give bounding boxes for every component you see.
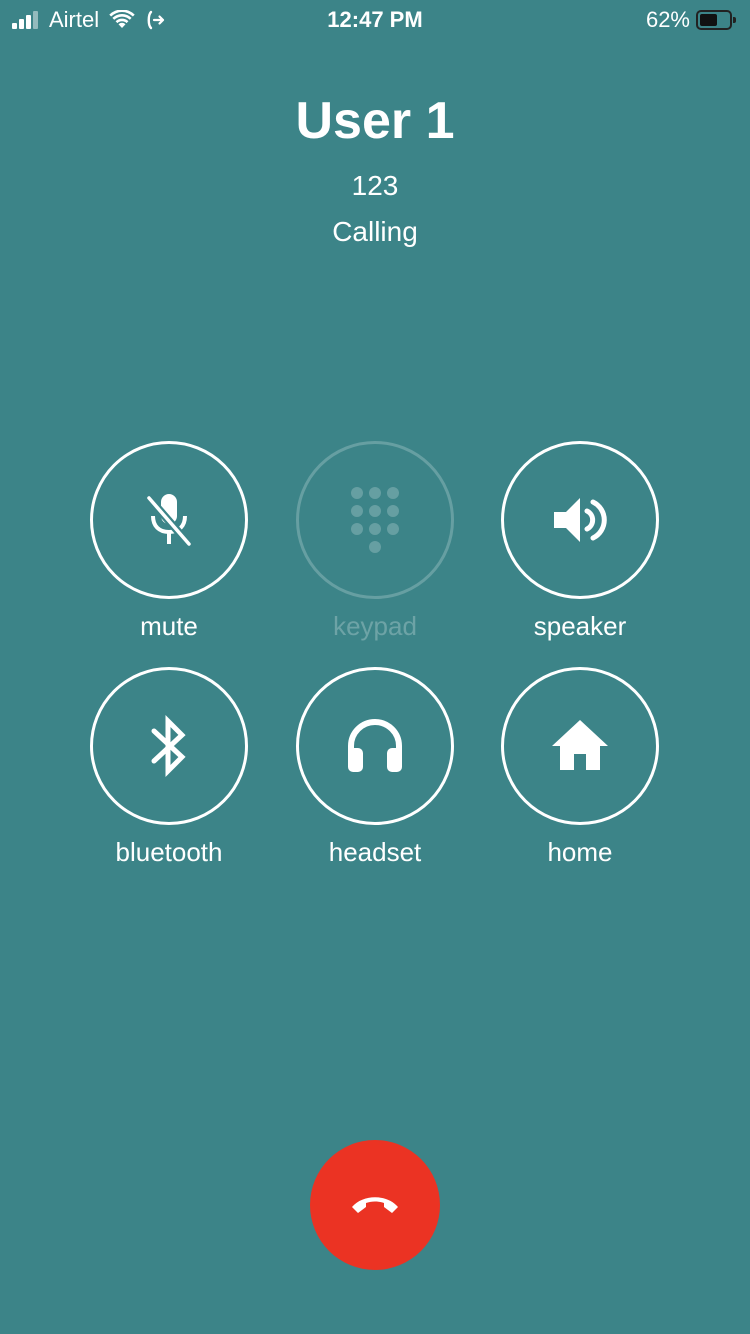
call-status: Calling xyxy=(332,216,418,247)
bluetooth-label: bluetooth xyxy=(115,837,223,867)
headset-circle[interactable] xyxy=(296,667,454,825)
keypad-circle[interactable] xyxy=(296,441,454,599)
battery-icon xyxy=(696,10,736,30)
status-bar-time: 12:47 PM xyxy=(327,7,423,32)
caller-number: 123 xyxy=(351,170,399,201)
keypad-label: keypad xyxy=(333,611,417,641)
speaker-button[interactable]: speaker xyxy=(490,441,670,661)
mic-off-icon xyxy=(145,494,193,547)
bluetooth-button[interactable]: bluetooth xyxy=(79,667,259,887)
home-icon xyxy=(552,720,608,770)
home-circle[interactable] xyxy=(501,667,659,825)
headset-label: headset xyxy=(328,837,422,867)
mute-button[interactable]: mute xyxy=(79,441,259,661)
status-bar: Airtel 12:47 PM 62% xyxy=(0,0,750,40)
status-bar-right: 62% xyxy=(646,6,736,34)
headset-button[interactable]: headset xyxy=(285,667,465,887)
caller-name: User 1 xyxy=(295,92,455,150)
mute-label: mute xyxy=(140,611,198,641)
battery-percent: 62% xyxy=(645,7,690,32)
home-button[interactable]: home xyxy=(490,667,670,887)
headset-icon xyxy=(348,719,402,772)
speaker-circle[interactable] xyxy=(501,441,659,599)
keypad-button[interactable]: keypad xyxy=(285,441,465,661)
speaker-icon xyxy=(554,498,607,542)
keypad-icon xyxy=(351,487,399,553)
bluetooth-circle[interactable] xyxy=(90,667,248,825)
home-label: home xyxy=(547,837,613,867)
mute-circle[interactable] xyxy=(90,441,248,599)
bluetooth-icon xyxy=(151,714,186,778)
speaker-label: speaker xyxy=(533,611,627,641)
hang-up-icon xyxy=(352,1197,398,1213)
end-call-button[interactable] xyxy=(310,1140,440,1270)
battery-level xyxy=(700,14,717,26)
